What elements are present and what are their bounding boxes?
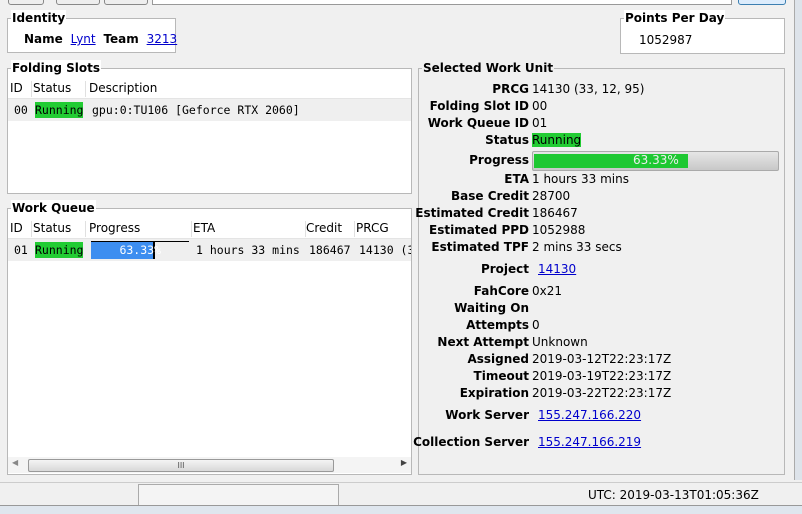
status-value: Running — [532, 133, 582, 147]
col-progress[interactable]: Progress — [89, 221, 192, 237]
next-attempt-label: Next Attempt — [437, 335, 529, 349]
col-prcg[interactable]: PRCG — [356, 221, 410, 237]
waiting-on-label: Waiting On — [454, 301, 529, 315]
scroll-right-icon[interactable]: ▶ — [401, 458, 407, 467]
folding-slot-id-value: 00 — [532, 99, 548, 113]
work-server-link[interactable]: 155.247.166.220 — [538, 408, 641, 422]
estimated-credit-label: Estimated Credit — [415, 206, 529, 220]
wu-progress-text: 63.33% — [633, 153, 679, 167]
base-credit-value: 28700 — [532, 189, 571, 203]
next-attempt-value: Unknown — [532, 335, 588, 349]
status-panel — [138, 484, 339, 506]
col-description[interactable]: Description — [89, 81, 403, 97]
estimated-tpf-label: Estimated TPF — [431, 240, 529, 254]
attempts-label: Attempts — [466, 318, 529, 332]
eta-value: 1 hours 33 mins — [532, 172, 629, 186]
prcg-label: PRCG — [492, 82, 529, 96]
estimated-ppd-label: Estimated PPD — [429, 223, 529, 237]
toolbar-button-3[interactable] — [104, 0, 148, 5]
scroll-thumb[interactable]: III — [28, 459, 334, 472]
collection-server-label: Collection Server — [413, 435, 529, 449]
wu-progress-bar: 63.33% — [532, 151, 779, 171]
work-queue-id-value: 01 — [532, 116, 548, 130]
prcg-value: 14130 (33, 12, 95) — [532, 82, 645, 96]
table-row[interactable]: 00 Running gpu:0:TU106 [Geforce RTX 2060… — [8, 99, 411, 121]
identity-title: Identity — [11, 10, 67, 26]
col-status[interactable]: Status — [33, 81, 86, 97]
table-row[interactable]: 01 Running 63.33% 1 hours 33 mins 186467… — [8, 239, 411, 261]
expiration-value: 2019-03-22T22:23:17Z — [532, 386, 672, 400]
queue-header: ID Status Progress ETA Credit PRCG — [8, 220, 411, 239]
status-label: Status — [485, 133, 529, 147]
timeout-value: 2019-03-19T22:23:17Z — [532, 369, 672, 383]
identity-group: Identity Name Lynt Team 3213 — [7, 10, 178, 53]
name-label: Name — [24, 32, 63, 46]
ppd-title: Points Per Day — [624, 10, 726, 26]
ppd-value: 1052987 — [639, 33, 693, 47]
slots-header: ID Status Description — [8, 80, 411, 99]
selected-work-unit-group: Selected Work Unit PRCG 14130 (33, 12, 95… — [413, 60, 785, 475]
col-id[interactable]: ID — [10, 81, 32, 97]
toolbar-field[interactable] — [152, 0, 732, 5]
horizontal-scrollbar[interactable]: ◀ III ▶ — [8, 457, 411, 473]
work-queue-id-label: Work Queue ID — [427, 116, 529, 130]
window-edge — [794, 0, 802, 480]
progress-label: Progress — [469, 153, 529, 167]
team-link[interactable]: 3213 — [147, 32, 178, 46]
status-badge: Running — [35, 242, 84, 258]
folding-slot-id-label: Folding Slot ID — [429, 99, 529, 113]
toolbar-button-2[interactable] — [56, 0, 100, 5]
project-link[interactable]: 14130 — [538, 262, 576, 276]
timeout-label: Timeout — [473, 369, 529, 383]
utc-clock: UTC: 2019-03-13T01:05:36Z — [588, 488, 759, 502]
estimated-tpf-value: 2 mins 33 secs — [532, 240, 622, 254]
status-badge: Running — [35, 102, 84, 118]
toolbar-button-1[interactable] — [8, 0, 44, 5]
folding-slots-group: Folding Slots ID Status Description 00 R… — [7, 60, 412, 194]
eta-label: ETA — [504, 172, 529, 186]
project-label: Project — [480, 262, 529, 276]
ppd-group: Points Per Day 1052987 — [620, 10, 785, 54]
queue-progress-bar: 63.33% — [91, 241, 189, 259]
assigned-value: 2019-03-12T22:23:17Z — [532, 352, 672, 366]
selected-work-unit-title: Selected Work Unit — [422, 60, 555, 76]
fahcore-label: FahCore — [473, 284, 529, 298]
fahcore-value: 0x21 — [532, 284, 563, 298]
name-link[interactable]: Lynt — [71, 32, 96, 46]
col-eta[interactable]: ETA — [193, 221, 306, 237]
work-queue-title: Work Queue — [11, 200, 96, 216]
col-id[interactable]: ID — [10, 221, 32, 237]
col-credit[interactable]: Credit — [306, 221, 355, 237]
folding-slots-title: Folding Slots — [11, 60, 101, 76]
work-server-label: Work Server — [445, 408, 529, 422]
collection-server-link[interactable]: 155.247.166.219 — [538, 435, 641, 449]
attempts-value: 0 — [532, 318, 540, 332]
estimated-credit-value: 186467 — [532, 206, 578, 220]
col-status[interactable]: Status — [33, 221, 86, 237]
estimated-ppd-value: 1052988 — [532, 223, 586, 237]
base-credit-label: Base Credit — [450, 189, 529, 203]
assigned-label: Assigned — [467, 352, 529, 366]
team-label: Team — [103, 32, 139, 46]
toolbar-button-4[interactable] — [738, 0, 786, 5]
expiration-label: Expiration — [459, 386, 529, 400]
scroll-left-icon[interactable]: ◀ — [12, 458, 18, 467]
status-bar: UTC: 2019-03-13T01:05:36Z — [0, 482, 802, 514]
work-queue-group: Work Queue ID Status Progress ETA Credit… — [7, 200, 412, 475]
